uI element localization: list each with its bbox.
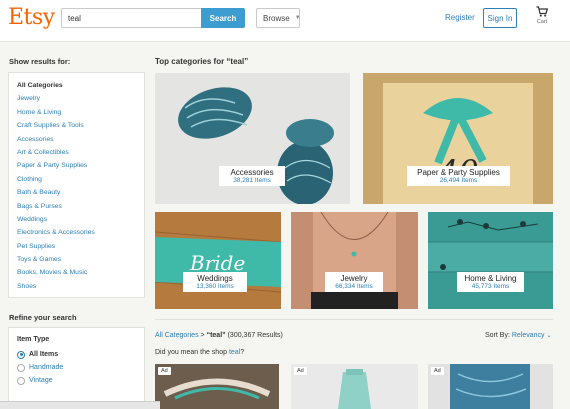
tile-caption: Paper & Party Supplies 26,494 Items <box>407 166 510 186</box>
header: Etsy Search Browse ▼ Register Sign In Ca… <box>0 0 570 42</box>
radio-selected-icon <box>17 350 25 359</box>
tile-count: 13,360 Items <box>196 283 234 290</box>
item-type-option-all[interactable]: All Items <box>17 348 144 361</box>
etsy-logo[interactable]: Etsy <box>8 5 55 30</box>
category-item-bath-beauty[interactable]: Bath & Beauty <box>17 186 144 199</box>
did-you-mean: Did you mean the shop teal? <box>155 349 244 356</box>
did-you-mean-prefix: Did you mean the shop <box>155 349 227 356</box>
listing-card[interactable]: Ad <box>291 364 418 409</box>
category-item-craft-supplies[interactable]: Craft Supplies & Tools <box>17 119 144 132</box>
ad-badge: Ad <box>158 367 171 375</box>
top-categories-title: Top categories for “teal” <box>155 57 249 66</box>
did-you-mean-suffix: ? <box>240 349 245 356</box>
tile-name: Accessories <box>230 168 274 177</box>
search-button[interactable]: Search <box>201 8 245 28</box>
listing-image <box>291 364 418 409</box>
category-item-weddings[interactable]: Weddings <box>17 213 144 226</box>
cart-button[interactable]: Cart <box>532 6 552 25</box>
category-item-all[interactable]: All Categories <box>17 79 144 92</box>
item-type-title: Item Type <box>17 336 50 343</box>
ad-badge: Ad <box>431 367 444 375</box>
sort-by-value: Relevancy <box>511 332 545 339</box>
category-tile-weddings[interactable]: Bride Weddings 13,360 Items <box>155 212 281 309</box>
category-item-accessories[interactable]: Accessories <box>17 133 144 146</box>
sign-in-button[interactable]: Sign In <box>483 8 517 28</box>
refine-search-label: Refine your search <box>9 313 77 322</box>
radio-icon <box>17 363 25 372</box>
cart-icon <box>536 6 548 17</box>
ad-badge: Ad <box>294 367 307 375</box>
category-item-books-movies-music[interactable]: Books, Movies & Music <box>17 266 144 279</box>
item-type-option-handmade[interactable]: Handmade <box>17 361 144 374</box>
category-item-shoes[interactable]: Shoes <box>17 280 144 293</box>
results-count: (300,367 Results) <box>227 332 283 339</box>
category-item-pet-supplies[interactable]: Pet Supplies <box>17 240 144 253</box>
category-filter-box: All Categories Jewelry Home & Living Cra… <box>8 72 145 298</box>
weddings-image: Bride <box>155 212 281 309</box>
tile-caption: Home & Living 45,773 Items <box>457 272 524 292</box>
tile-caption: Weddings 13,360 Items <box>183 272 247 292</box>
listing-image <box>428 364 553 409</box>
category-tile-home-living[interactable]: Home & Living 45,773 Items <box>428 212 553 309</box>
browse-dropdown[interactable]: Browse ▼ <box>256 8 301 28</box>
category-tile-accessories[interactable]: Accessories 38,281 Items <box>155 73 350 204</box>
category-item-electronics[interactable]: Electronics & Accessories <box>17 226 144 239</box>
item-type-option-label: Handmade <box>29 364 64 371</box>
category-item-paper-party[interactable]: Paper & Party Supplies <box>17 159 144 172</box>
category-item-bags-purses[interactable]: Bags & Purses <box>17 200 144 213</box>
item-type-option-label: All Items <box>29 351 59 358</box>
tile-name: Weddings <box>197 274 233 283</box>
horizontal-scrollbar[interactable] <box>0 401 160 409</box>
home-living-image <box>428 212 553 309</box>
tile-caption: Accessories 38,281 Items <box>219 166 285 186</box>
tile-caption: Jewelry 66,334 Items <box>325 272 383 292</box>
breadcrumb-query: “teal” <box>206 332 226 339</box>
tile-name: Paper & Party Supplies <box>417 168 500 177</box>
browse-label: Browse <box>263 13 290 23</box>
category-list: All Categories Jewelry Home & Living Cra… <box>9 73 144 293</box>
listing-card[interactable]: Ad <box>155 364 279 409</box>
sort-by-label: Sort By: <box>485 332 510 339</box>
item-type-filter: Item Type All Items Handmade Vintage <box>8 327 145 409</box>
category-item-clothing[interactable]: Clothing <box>17 173 144 186</box>
item-type-option-label: Vintage <box>29 377 53 384</box>
listing-card[interactable]: Ad <box>428 364 553 409</box>
item-type-option-vintage[interactable]: Vintage <box>17 374 144 387</box>
breadcrumb: All Categories > “teal” (300,367 Results… <box>155 332 283 339</box>
did-you-mean-shop-link[interactable]: teal <box>229 349 240 356</box>
radio-icon <box>17 376 25 385</box>
cart-label: Cart <box>536 19 548 25</box>
divider <box>155 319 553 320</box>
breadcrumb-separator: > <box>200 332 205 339</box>
category-tile-paper-party[interactable]: 40 Paper & Party Supplies 26,494 Items <box>363 73 553 204</box>
show-results-label: Show results for: <box>9 57 71 66</box>
tile-count: 26,494 Items <box>439 177 478 184</box>
chevron-down-icon: ⌄ <box>546 333 552 339</box>
tile-name: Jewelry <box>340 274 368 283</box>
tile-count: 38,281 Items <box>233 177 271 184</box>
category-item-toys-games[interactable]: Toys & Games <box>17 253 144 266</box>
tile-name: Home & Living <box>464 274 517 283</box>
search-input[interactable] <box>61 8 201 28</box>
category-item-home-living[interactable]: Home & Living <box>17 106 144 119</box>
category-item-jewelry[interactable]: Jewelry <box>17 92 144 105</box>
breadcrumb-all-categories[interactable]: All Categories <box>155 332 199 339</box>
category-tile-jewelry[interactable]: Jewelry 66,334 Items <box>291 212 418 309</box>
category-item-art-collectibles[interactable]: Art & Collectibles <box>17 146 144 159</box>
listing-image <box>155 364 279 409</box>
jewelry-image <box>291 212 418 309</box>
tile-count: 66,334 Items <box>335 283 373 290</box>
sort-by-control[interactable]: Sort By: Relevancy ⌄ <box>485 332 552 339</box>
tile-count: 45,773 Items <box>471 283 510 290</box>
chevron-down-icon: ▼ <box>294 15 301 21</box>
register-link[interactable]: Register <box>445 13 475 22</box>
